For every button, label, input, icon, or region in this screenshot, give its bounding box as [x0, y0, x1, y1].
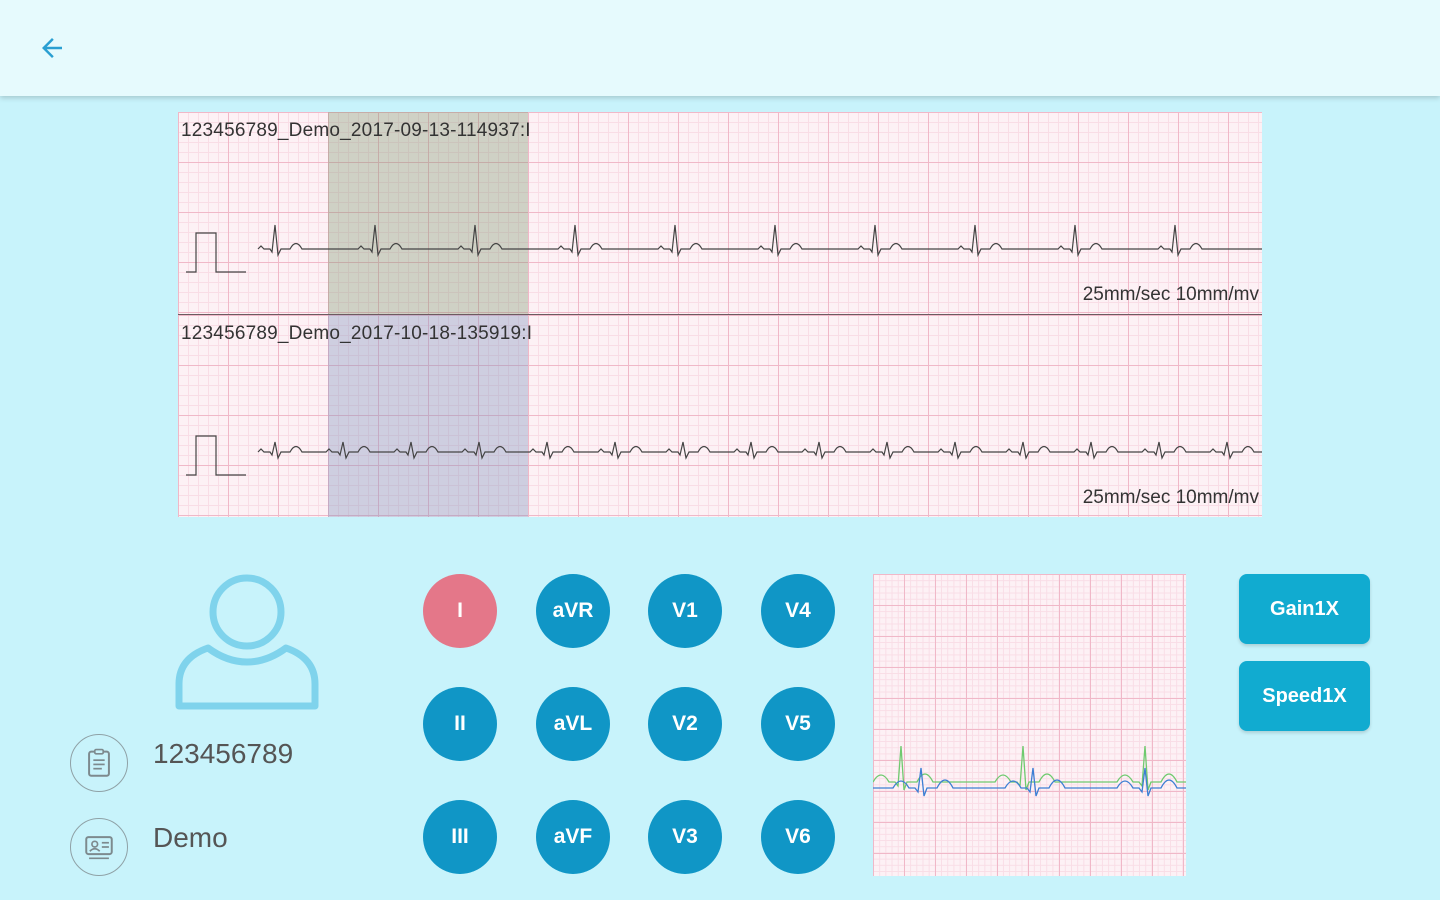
overlay-ecg-traces — [873, 745, 1186, 797]
lead-button-V3[interactable]: V3 — [648, 800, 722, 874]
patient-name: Demo — [153, 822, 228, 853]
speed-button[interactable]: Speed1X — [1239, 661, 1370, 731]
lead-button-V1[interactable]: V1 — [648, 574, 722, 648]
recording-label-1: 123456789_Demo_2017-09-13-114937:I — [181, 120, 531, 141]
lead-button-aVL[interactable]: aVL — [536, 687, 610, 761]
clipboard-icon — [70, 734, 128, 792]
scale-label-2: 25mm/sec 10mm/mv — [1082, 487, 1259, 508]
ecg-recording-panel-1: 123456789_Demo_2017-09-13-114937:I 25mm/… — [178, 112, 1262, 316]
lead-button-aVR[interactable]: aVR — [536, 574, 610, 648]
back-button[interactable] — [28, 26, 76, 70]
arrow-left-icon — [42, 38, 62, 58]
user-avatar-icon — [175, 574, 319, 710]
ecg-trace-2 — [186, 435, 1262, 476]
patient-id: 123456789 — [153, 738, 294, 769]
ecg-recording-panel-2: 123456789_Demo_2017-10-18-135919:I 25mm/… — [178, 315, 1262, 517]
overlay-comparison-chart — [873, 574, 1186, 876]
app-bar — [0, 0, 1440, 96]
scale-label-1: 25mm/sec 10mm/mv — [1082, 284, 1259, 305]
lead-button-V6[interactable]: V6 — [761, 800, 835, 874]
lead-button-aVF[interactable]: aVF — [536, 800, 610, 874]
lead-button-III[interactable]: III — [423, 800, 497, 874]
lead-button-V2[interactable]: V2 — [648, 687, 722, 761]
lead-button-I[interactable]: I — [423, 574, 497, 648]
lead-button-V4[interactable]: V4 — [761, 574, 835, 648]
gain-button[interactable]: Gain1X — [1239, 574, 1370, 644]
recording-label-2: 123456789_Demo_2017-10-18-135919:I — [181, 323, 533, 344]
lead-button-II[interactable]: II — [423, 687, 497, 761]
lead-button-V5[interactable]: V5 — [761, 687, 835, 761]
id-card-icon — [70, 818, 128, 876]
